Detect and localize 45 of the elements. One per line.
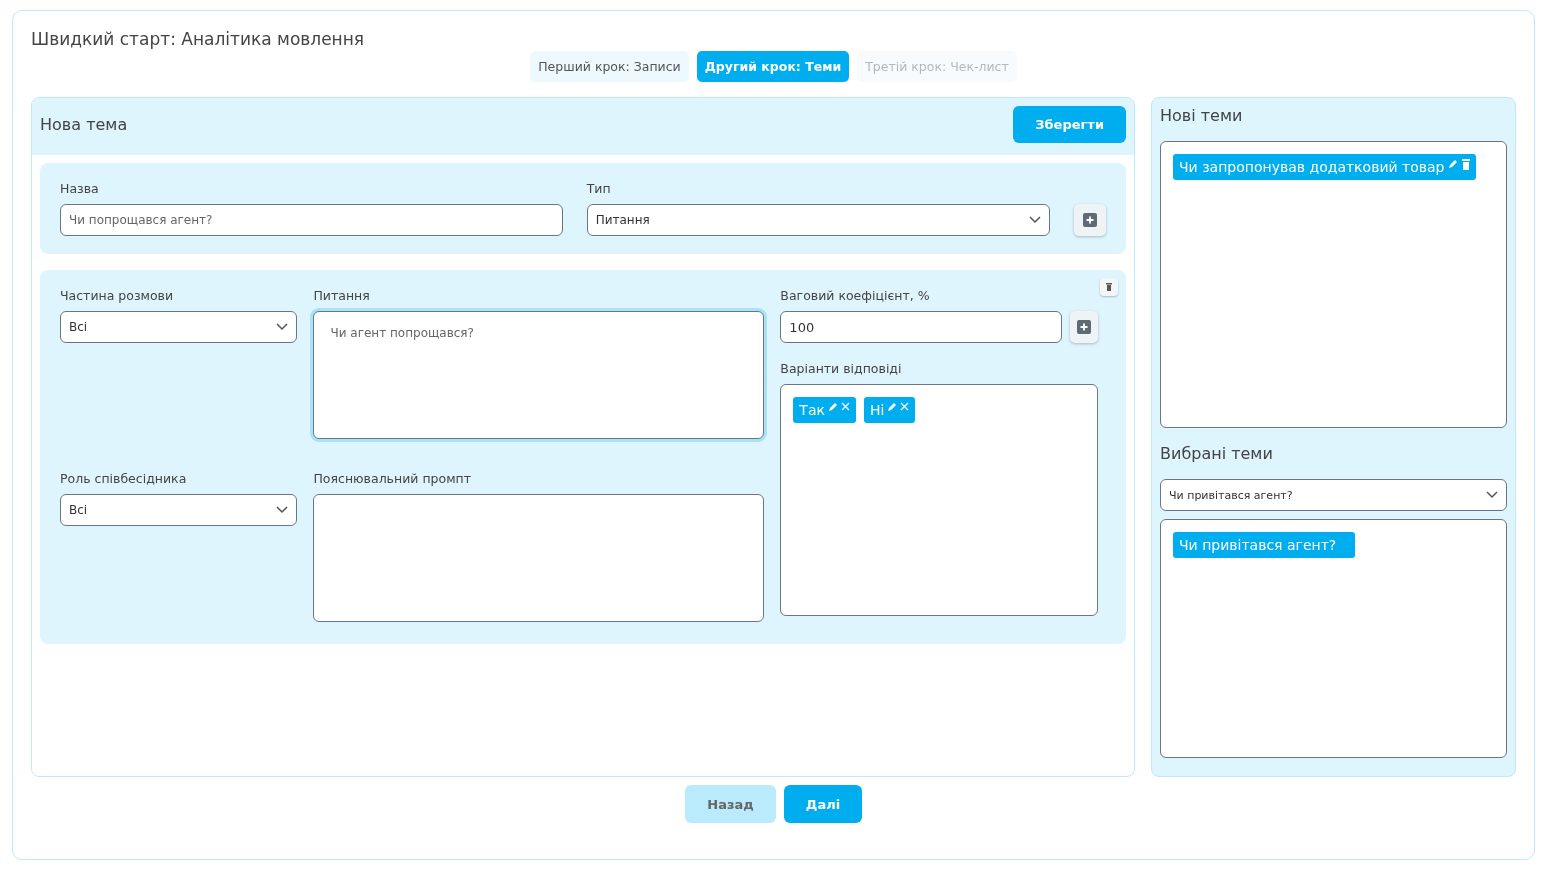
pencil-icon[interactable] [827, 402, 838, 412]
panel-title: Нові теми [1160, 106, 1244, 125]
add-button[interactable] [1074, 204, 1106, 236]
panel-title: Вибрані теми [1160, 444, 1274, 463]
prompt-text-area[interactable] [313, 494, 765, 622]
answer-chip: Так [793, 397, 856, 423]
field-label: Пояснювальний промпт [313, 471, 473, 486]
weight-input-field[interactable]: 100 [780, 311, 1062, 343]
answer-chip: Ні [863, 397, 916, 423]
chevron-down-icon [1029, 216, 1041, 224]
field-label: Роль співбесідника [60, 471, 188, 486]
page-title: Швидкий старт: Аналітика мовлення [31, 29, 366, 49]
field-label: Назва [60, 181, 100, 196]
field-label: Тип [586, 181, 612, 196]
question-text-area[interactable]: Чи агент попрощався? [313, 311, 765, 439]
topic-chip[interactable]: Чи запропонував додатковий товар [1173, 154, 1477, 180]
field-label: Ваговий коефіцієнт, % [780, 288, 931, 303]
panel-title: Нова тема [40, 115, 128, 134]
field-label: Частина розмови [60, 288, 175, 303]
plus-icon [1076, 320, 1091, 334]
next-button[interactable]: Далі [784, 785, 862, 823]
close-icon[interactable] [900, 402, 910, 411]
pencil-icon[interactable] [1448, 159, 1459, 169]
close-icon[interactable] [840, 402, 850, 411]
trash-icon[interactable] [1462, 159, 1471, 170]
pencil-icon[interactable] [887, 402, 898, 412]
type-dropdown[interactable]: Питання [586, 204, 1050, 236]
name-input-field[interactable]: Чи попрощався агент? [60, 204, 563, 236]
field-label: Варіанти відповіді [780, 361, 903, 376]
step-tab[interactable]: Другий крок: Теми [696, 51, 850, 82]
save-button[interactable]: Зберегти [1013, 106, 1126, 143]
trash-icon [1106, 283, 1112, 291]
add-button[interactable] [1069, 311, 1098, 343]
conversation-part-dropdown[interactable]: Всі [60, 311, 298, 343]
back-button[interactable]: Назад [685, 785, 776, 823]
field-label: Питання [313, 288, 371, 303]
plus-icon [1083, 213, 1097, 227]
chevron-down-icon [276, 506, 289, 514]
chevron-down-icon [1486, 491, 1498, 499]
topic-dropdown[interactable]: Чи привітався агент? [1160, 479, 1507, 511]
step-tab[interactable]: Перший крок: Записи [530, 51, 689, 82]
topic-chip[interactable]: Чи привітався агент? [1173, 532, 1355, 558]
delete-button[interactable] [1100, 278, 1118, 296]
chevron-down-icon [276, 323, 289, 331]
role-dropdown[interactable]: Всі [60, 494, 298, 526]
